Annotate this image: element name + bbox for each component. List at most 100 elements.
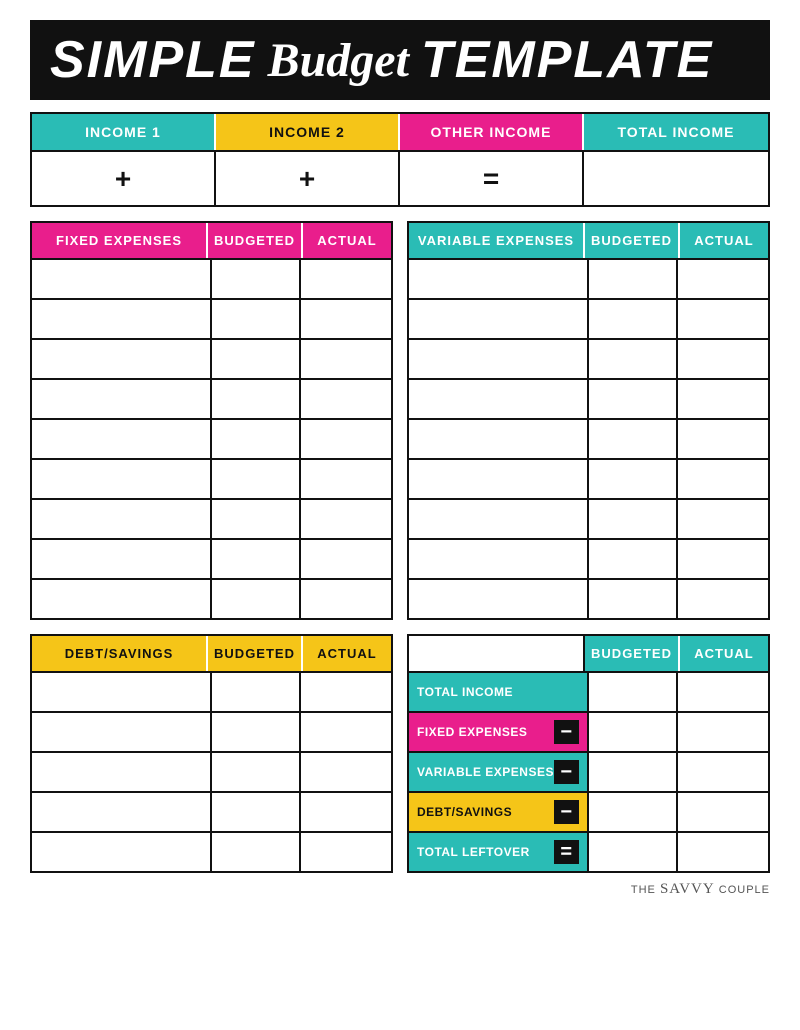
debt-budgeted-4[interactable] <box>212 793 302 831</box>
variable-actual-7[interactable] <box>678 500 768 538</box>
variable-budgeted-9[interactable] <box>589 580 679 618</box>
debt-budgeted-1[interactable] <box>212 673 302 711</box>
fixed-label-5[interactable] <box>32 420 212 458</box>
debt-title: DEBT/SAVINGS <box>32 636 208 671</box>
fixed-actual-1[interactable] <box>301 260 391 298</box>
debt-row-1 <box>32 671 391 711</box>
variable-label-8[interactable] <box>409 540 589 578</box>
debt-actual-5[interactable] <box>301 833 391 871</box>
variable-actual-8[interactable] <box>678 540 768 578</box>
variable-actual-1[interactable] <box>678 260 768 298</box>
debt-label-1[interactable] <box>32 673 212 711</box>
variable-label-7[interactable] <box>409 500 589 538</box>
variable-actual-3[interactable] <box>678 340 768 378</box>
debt-row-3 <box>32 751 391 791</box>
variable-label-6[interactable] <box>409 460 589 498</box>
fixed-actual-4[interactable] <box>301 380 391 418</box>
variable-budgeted-1[interactable] <box>589 260 679 298</box>
variable-label-4[interactable] <box>409 380 589 418</box>
variable-budgeted-4[interactable] <box>589 380 679 418</box>
debt-label-5[interactable] <box>32 833 212 871</box>
income1-cell[interactable]: + <box>32 152 216 205</box>
fixed-label-2[interactable] <box>32 300 212 338</box>
debt-label-2[interactable] <box>32 713 212 751</box>
summary-total-income-budgeted[interactable] <box>589 673 679 711</box>
summary-top-headers: BUDGETED ACTUAL <box>409 636 768 671</box>
summary-fixed-budgeted[interactable] <box>589 713 679 751</box>
fixed-label-7[interactable] <box>32 500 212 538</box>
variable-expenses-title: VARIABLE EXPENSES <box>409 223 585 258</box>
fixed-label-4[interactable] <box>32 380 212 418</box>
income1-header: INCOME 1 <box>32 114 216 150</box>
fixed-actual-6[interactable] <box>301 460 391 498</box>
debt-label-3[interactable] <box>32 753 212 791</box>
fixed-actual-5[interactable] <box>301 420 391 458</box>
fixed-label-8[interactable] <box>32 540 212 578</box>
total-income-cell[interactable] <box>584 152 768 205</box>
expenses-section: FIXED EXPENSES BUDGETED ACTUAL <box>30 221 770 620</box>
variable-budgeted-5[interactable] <box>589 420 679 458</box>
summary-total-income-actual[interactable] <box>678 673 768 711</box>
fixed-label-6[interactable] <box>32 460 212 498</box>
variable-row-2 <box>409 298 768 338</box>
variable-actual-4[interactable] <box>678 380 768 418</box>
variable-label-5[interactable] <box>409 420 589 458</box>
debt-budgeted-5[interactable] <box>212 833 302 871</box>
debt-actual-1[interactable] <box>301 673 391 711</box>
fixed-budgeted-9[interactable] <box>212 580 302 618</box>
watermark-suffix: COUPLE <box>715 884 770 896</box>
fixed-budgeted-7[interactable] <box>212 500 302 538</box>
summary-fixed-actual[interactable] <box>678 713 768 751</box>
variable-actual-2[interactable] <box>678 300 768 338</box>
fixed-label-9[interactable] <box>32 580 212 618</box>
fixed-label-3[interactable] <box>32 340 212 378</box>
fixed-budgeted-8[interactable] <box>212 540 302 578</box>
summary-total-income-row: TOTAL INCOME <box>409 671 768 711</box>
variable-budgeted-7[interactable] <box>589 500 679 538</box>
fixed-budgeted-6[interactable] <box>212 460 302 498</box>
variable-budgeted-3[interactable] <box>589 340 679 378</box>
variable-actual-9[interactable] <box>678 580 768 618</box>
debt-actual-3[interactable] <box>301 753 391 791</box>
fixed-label-1[interactable] <box>32 260 212 298</box>
variable-row-9 <box>409 578 768 618</box>
fixed-actual-8[interactable] <box>301 540 391 578</box>
variable-actual-5[interactable] <box>678 420 768 458</box>
variable-actual-6[interactable] <box>678 460 768 498</box>
debt-actual-2[interactable] <box>301 713 391 751</box>
variable-budgeted-2[interactable] <box>589 300 679 338</box>
variable-label-2[interactable] <box>409 300 589 338</box>
summary-leftover-budgeted[interactable] <box>589 833 679 871</box>
fixed-budgeted-4[interactable] <box>212 380 302 418</box>
variable-label-3[interactable] <box>409 340 589 378</box>
header-title: SIMPLE Budget TEMPLATE <box>50 30 713 90</box>
fixed-budgeted-1[interactable] <box>212 260 302 298</box>
watermark-script: Savvy <box>660 881 715 897</box>
variable-budgeted-8[interactable] <box>589 540 679 578</box>
total-leftover-text: TOTAL LEFTOVER <box>417 845 530 859</box>
fixed-actual-3[interactable] <box>301 340 391 378</box>
debt-label-4[interactable] <box>32 793 212 831</box>
summary-debt-actual[interactable] <box>678 793 768 831</box>
fixed-budgeted-3[interactable] <box>212 340 302 378</box>
debt-actual-4[interactable] <box>301 793 391 831</box>
income2-cell[interactable]: + <box>216 152 400 205</box>
summary-leftover-actual[interactable] <box>678 833 768 871</box>
fixed-actual-2[interactable] <box>301 300 391 338</box>
fixed-row-7 <box>32 498 391 538</box>
debt-budgeted-3[interactable] <box>212 753 302 791</box>
fixed-row-9 <box>32 578 391 618</box>
variable-budgeted-6[interactable] <box>589 460 679 498</box>
variable-label-1[interactable] <box>409 260 589 298</box>
fixed-budgeted-2[interactable] <box>212 300 302 338</box>
summary-variable-actual[interactable] <box>678 753 768 791</box>
fixed-budgeted-5[interactable] <box>212 420 302 458</box>
summary-debt-budgeted[interactable] <box>589 793 679 831</box>
variable-label-9[interactable] <box>409 580 589 618</box>
fixed-actual-7[interactable] <box>301 500 391 538</box>
debt-budgeted-2[interactable] <box>212 713 302 751</box>
summary-variable-expenses-label: VARIABLE EXPENSES − <box>409 753 589 791</box>
summary-variable-budgeted[interactable] <box>589 753 679 791</box>
other-income-cell[interactable]: = <box>400 152 584 205</box>
fixed-actual-9[interactable] <box>301 580 391 618</box>
